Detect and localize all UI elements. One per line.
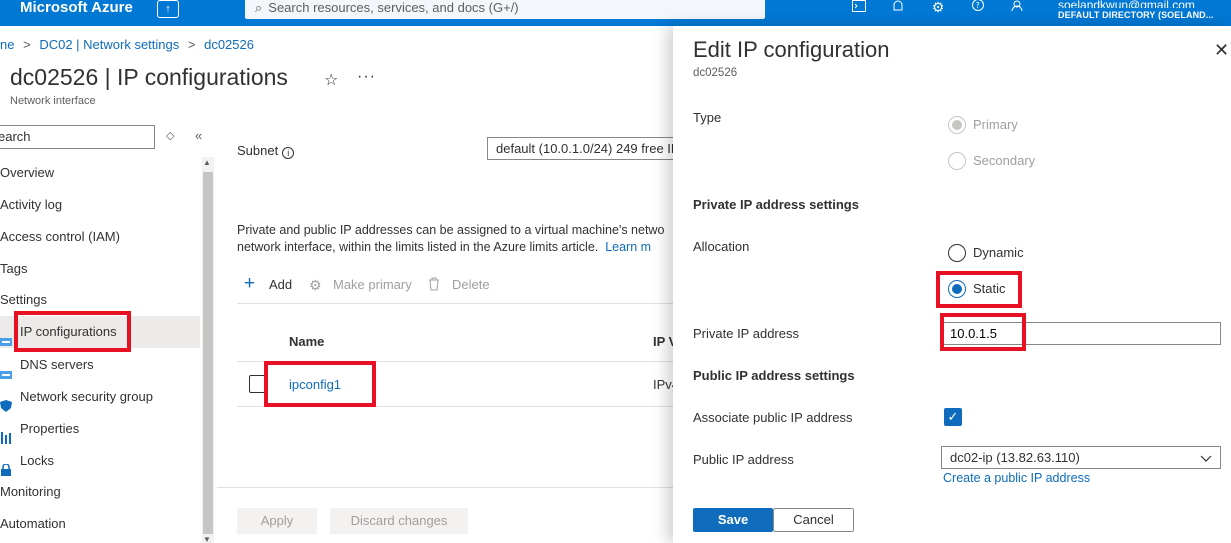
radio-button[interactable] xyxy=(948,280,966,298)
page-subtitle: Network interface xyxy=(10,95,96,107)
nav-section-monitoring[interactable]: Monitoring xyxy=(0,476,200,508)
chevron-down-icon xyxy=(1200,447,1212,468)
feedback-icon[interactable] xyxy=(1008,0,1028,18)
scroll-down-arrow-icon[interactable]: ▼ xyxy=(203,535,211,543)
create-public-ip-link[interactable]: Create a public IP address xyxy=(943,471,1090,485)
collapse-nav-icon[interactable]: « xyxy=(195,128,202,143)
nav-item-overview[interactable]: Overview xyxy=(0,157,200,189)
type-label: Type xyxy=(693,110,722,125)
delete-trash-icon xyxy=(428,277,440,294)
breadcrumb-nic[interactable]: dc02526 xyxy=(204,37,254,52)
public-ip-dropdown[interactable]: dc02-ip (13.82.63.110) xyxy=(941,446,1221,469)
learn-more-link[interactable]: Learn m xyxy=(605,240,651,254)
panel-subtitle: dc02526 xyxy=(693,67,738,79)
close-icon[interactable]: ✕ xyxy=(1214,40,1229,61)
delete-button[interactable]: Delete xyxy=(452,277,490,292)
scroll-up-arrow-icon[interactable]: ▲ xyxy=(203,158,211,167)
divider xyxy=(237,303,675,304)
settings-gear-icon[interactable]: ⚙ xyxy=(928,0,948,18)
nav-item-network-security-group[interactable]: Network security group xyxy=(0,381,200,413)
edit-ip-configuration-panel: Edit IP configuration dc02526 ✕ Type Pri… xyxy=(673,26,1231,543)
shield-icon xyxy=(0,392,12,412)
save-button[interactable]: Save xyxy=(693,508,773,532)
nav-section-automation[interactable]: Automation xyxy=(0,508,200,540)
radio-button[interactable] xyxy=(948,152,966,170)
row-select-checkbox[interactable] xyxy=(249,375,267,393)
ip-configurations-icon xyxy=(0,327,12,346)
divider xyxy=(237,406,675,407)
radio-button[interactable] xyxy=(948,116,966,134)
nav-item-ip-configurations[interactable]: IP configurations xyxy=(0,316,200,348)
breadcrumb-network-settings[interactable]: DC02 | Network settings xyxy=(39,37,179,52)
global-search-input[interactable]: ⌕ Search resources, services, and docs (G… xyxy=(245,0,765,19)
lock-icon xyxy=(0,456,12,476)
subnet-label: Subnet i xyxy=(237,143,295,159)
allocation-label: Allocation xyxy=(693,239,750,254)
brand-logo[interactable]: Microsoft Azure xyxy=(20,0,133,18)
nav-item-activity-log[interactable]: Activity log xyxy=(0,189,200,221)
breadcrumb-home[interactable]: ne xyxy=(0,37,14,52)
top-bar: Microsoft Azure ↑ ⌕ Search resources, ser… xyxy=(0,0,1231,26)
nav-item-locks[interactable]: Locks xyxy=(0,445,200,477)
private-ip-label: Private IP address xyxy=(693,326,799,341)
favorite-star-icon[interactable]: ☆ xyxy=(324,70,338,90)
dns-servers-icon xyxy=(0,360,12,379)
ip-description: Private and public IP addresses can be a… xyxy=(237,223,665,254)
properties-bars-icon xyxy=(0,424,12,444)
nav-scrollbar-thumb[interactable] xyxy=(203,172,213,534)
private-ip-settings-heading: Private IP address settings xyxy=(693,197,859,212)
panel-title: Edit IP configuration xyxy=(693,37,890,62)
make-primary-button[interactable]: Make primary xyxy=(333,277,412,292)
column-header-name[interactable]: Name xyxy=(289,334,324,349)
breadcrumb: ne > DC02 | Network settings > dc02526 xyxy=(0,37,254,52)
associate-public-ip-checkbox[interactable]: ✓ xyxy=(944,408,962,426)
private-ip-input[interactable] xyxy=(941,322,1221,345)
add-icon: + xyxy=(244,273,256,294)
more-options-icon[interactable]: ··· xyxy=(357,68,376,86)
account-menu[interactable]: soelandkwun@gmail.com DEFAULT DIRECTORY … xyxy=(1058,0,1214,20)
add-button[interactable]: Add xyxy=(269,277,292,292)
account-email: soelandkwun@gmail.com xyxy=(1058,0,1195,8)
ipconfig-name-link[interactable]: ipconfig1 xyxy=(289,377,341,392)
public-ip-settings-heading: Public IP address settings xyxy=(693,368,855,383)
nav-item-dns-servers[interactable]: DNS servers xyxy=(0,349,200,381)
radio-button[interactable] xyxy=(948,244,966,262)
nav-item-access-control[interactable]: Access control (IAM) xyxy=(0,221,200,253)
discard-changes-button[interactable]: Discard changes xyxy=(330,508,468,534)
breadcrumb-separator: > xyxy=(187,37,196,52)
page-title: dc02526 | IP configurations xyxy=(10,64,288,90)
notifications-bell-icon[interactable] xyxy=(888,0,908,18)
global-search-placeholder: Search resources, services, and docs (G+… xyxy=(268,0,519,15)
divider xyxy=(237,361,675,362)
nav-section-settings[interactable]: Settings xyxy=(0,284,200,316)
nav-search-input[interactable]: earch xyxy=(0,125,155,149)
info-icon[interactable]: i xyxy=(282,147,295,159)
cloud-shell-icon[interactable] xyxy=(849,0,869,18)
nav-item-tags[interactable]: Tags xyxy=(0,253,200,285)
make-primary-gear-icon: ⚙ xyxy=(309,277,322,293)
associate-public-ip-label: Associate public IP address xyxy=(693,410,853,425)
search-icon: ⌕ xyxy=(255,0,263,15)
nav-item-properties[interactable]: Properties xyxy=(0,413,200,445)
subnet-dropdown[interactable]: default (10.0.1.0/24) 249 free IP xyxy=(487,137,687,160)
divider xyxy=(217,487,675,488)
checkmark-icon: ✓ xyxy=(947,409,959,424)
cancel-button[interactable]: Cancel xyxy=(773,508,854,532)
help-icon[interactable]: ? xyxy=(968,0,988,18)
account-directory: DEFAULT DIRECTORY (SOELAND... xyxy=(1058,10,1214,20)
breadcrumb-separator: > xyxy=(23,37,31,52)
svg-text:?: ? xyxy=(976,1,980,10)
upgrade-icon[interactable]: ↑ xyxy=(157,0,179,18)
nav-expand-icon[interactable]: ◇ xyxy=(166,129,174,142)
public-ip-label: Public IP address xyxy=(693,452,794,467)
apply-button[interactable]: Apply xyxy=(237,508,317,534)
